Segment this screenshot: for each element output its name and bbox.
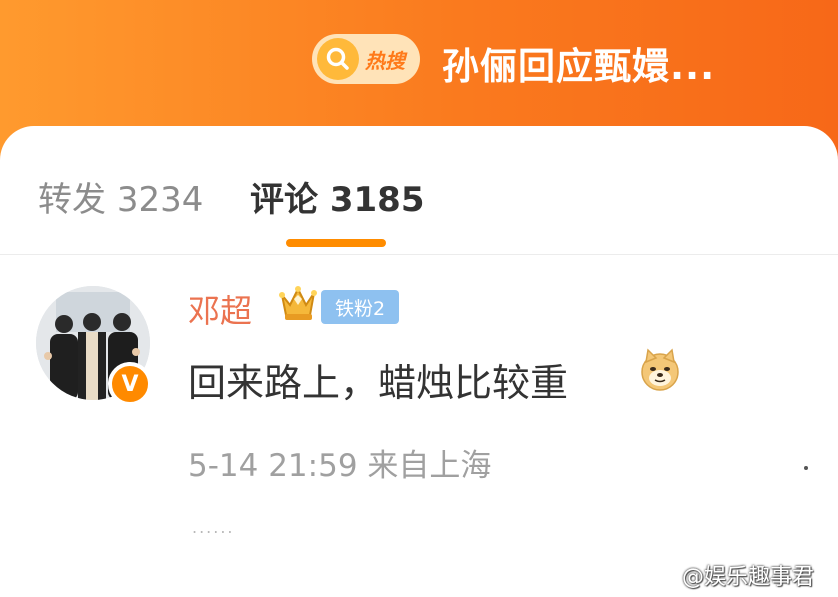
divider [0, 254, 838, 255]
search-icon [317, 38, 359, 80]
hot-search-title[interactable]: 孙俪回应甄嬛... [442, 36, 715, 90]
tab-repost[interactable]: 转发 3234 [38, 172, 203, 221]
hot-search-badge[interactable]: 热搜 [312, 34, 420, 84]
username[interactable]: 邓超 [188, 286, 252, 332]
watermark: @娱乐趣事君 [682, 565, 815, 590]
tab-comment[interactable]: 评论 3185 [250, 172, 424, 221]
tab-bar: 转发 3234 评论 3185 [0, 126, 838, 255]
hot-search-label: 热搜 [365, 48, 405, 73]
verified-badge-icon: V [108, 362, 152, 406]
tab-repost-count: 3234 [116, 180, 204, 220]
tab-comment-label: 评论 [250, 180, 318, 220]
doge-icon [641, 348, 679, 391]
more-dots[interactable]: ...... [192, 518, 235, 537]
comment-meta: 5-14 21:59 来自上海 [188, 440, 491, 485]
tab-repost-label: 转发 [38, 180, 106, 220]
dot-mark [804, 466, 808, 470]
comment-card: 转发 3234 评论 3185 V 邓超 铁粉2 回来路上，蜡烛比较重 5-14… [0, 126, 838, 597]
comment-location: 来自上海 [367, 448, 492, 484]
comment-text: 回来路上，蜡烛比较重 [188, 361, 569, 405]
tab-comment-count: 3185 [329, 180, 425, 220]
comment-time: 5-14 21:59 [188, 448, 358, 484]
fan-level-badge[interactable]: 铁粉2 [321, 290, 399, 324]
active-tab-indicator [286, 239, 386, 247]
